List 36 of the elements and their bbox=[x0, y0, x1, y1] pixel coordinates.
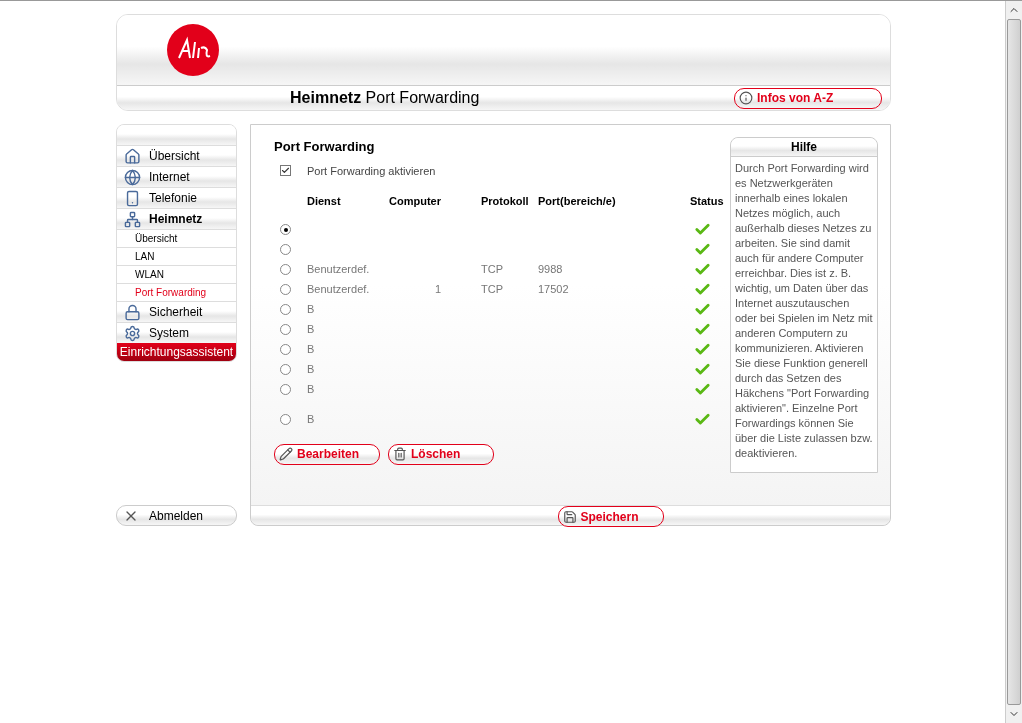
table-cell: TCP bbox=[481, 263, 503, 276]
column-header: Computer bbox=[389, 194, 442, 209]
table-cell: Benutzerdef. bbox=[307, 283, 370, 296]
info-button[interactable]: Infos von A-Z bbox=[734, 87, 882, 109]
edit-button[interactable]: Bearbeiten bbox=[274, 443, 380, 465]
table-cell: 9988 bbox=[538, 263, 563, 276]
nav-item[interactable]: System bbox=[117, 322, 236, 343]
nav-item[interactable]: Internet bbox=[117, 166, 236, 187]
table-cell: B bbox=[307, 343, 315, 356]
table-cell: B bbox=[307, 303, 315, 316]
table-cell: B bbox=[307, 323, 315, 336]
column-header: Dienst bbox=[307, 194, 342, 209]
section-title: Port Forwarding bbox=[274, 138, 376, 156]
table-cell: TCP bbox=[481, 283, 503, 296]
column-header: Status bbox=[690, 194, 725, 209]
wizard-button[interactable]: Einrichtungsassistent bbox=[117, 343, 236, 361]
table-cell: 1 bbox=[434, 283, 441, 296]
column-header: Port(bereich/e) bbox=[538, 194, 617, 209]
nav-subitem[interactable]: Port Forwarding bbox=[117, 283, 236, 301]
table-cell: B bbox=[307, 363, 315, 376]
logout-button[interactable]: Abmelden bbox=[116, 505, 237, 526]
column-header: Protokoll bbox=[481, 194, 530, 209]
checkbox-label: Port Forwarding aktivieren bbox=[307, 163, 436, 179]
table-cell: B bbox=[307, 383, 315, 396]
save-button[interactable]: Speichern bbox=[557, 506, 664, 527]
nav-item[interactable]: Übersicht bbox=[117, 145, 236, 166]
nav-item[interactable]: Telefonie bbox=[117, 187, 236, 208]
table-cell: Benutzerdef. bbox=[307, 263, 370, 276]
help-title: Hilfe bbox=[731, 138, 877, 157]
page-title: Heimnetz Port Forwarding bbox=[290, 88, 480, 108]
table-cell: B bbox=[307, 413, 315, 426]
nav-item[interactable]: Heimnetz bbox=[117, 208, 236, 229]
nav-item[interactable]: Sicherheit bbox=[117, 301, 236, 322]
table-cell: 17502 bbox=[538, 283, 569, 296]
help-text: Durch Port Forwarding wird es Netzwerkgeräten innerhalb eines lokalen Netzes möglich, auch außerhalb dieses Netzes zu arbeiten. Sie sind damit auch für andere Computer erreichbar. Dies ist z. B. wichtig, um Daten über das Internet auszutauschen oder bei Spielen im Netz mit anderen Computern zu kommunizieren. Aktivieren Sie diese Funktion generell durch das Setzen des Häkchens "Port Forwarding aktivieren". Einzelne Port Forwardings können Sie über die Liste zulassen bzw. deaktivieren. bbox=[734, 161, 874, 461]
delete-button[interactable]: Löschen bbox=[388, 443, 494, 465]
